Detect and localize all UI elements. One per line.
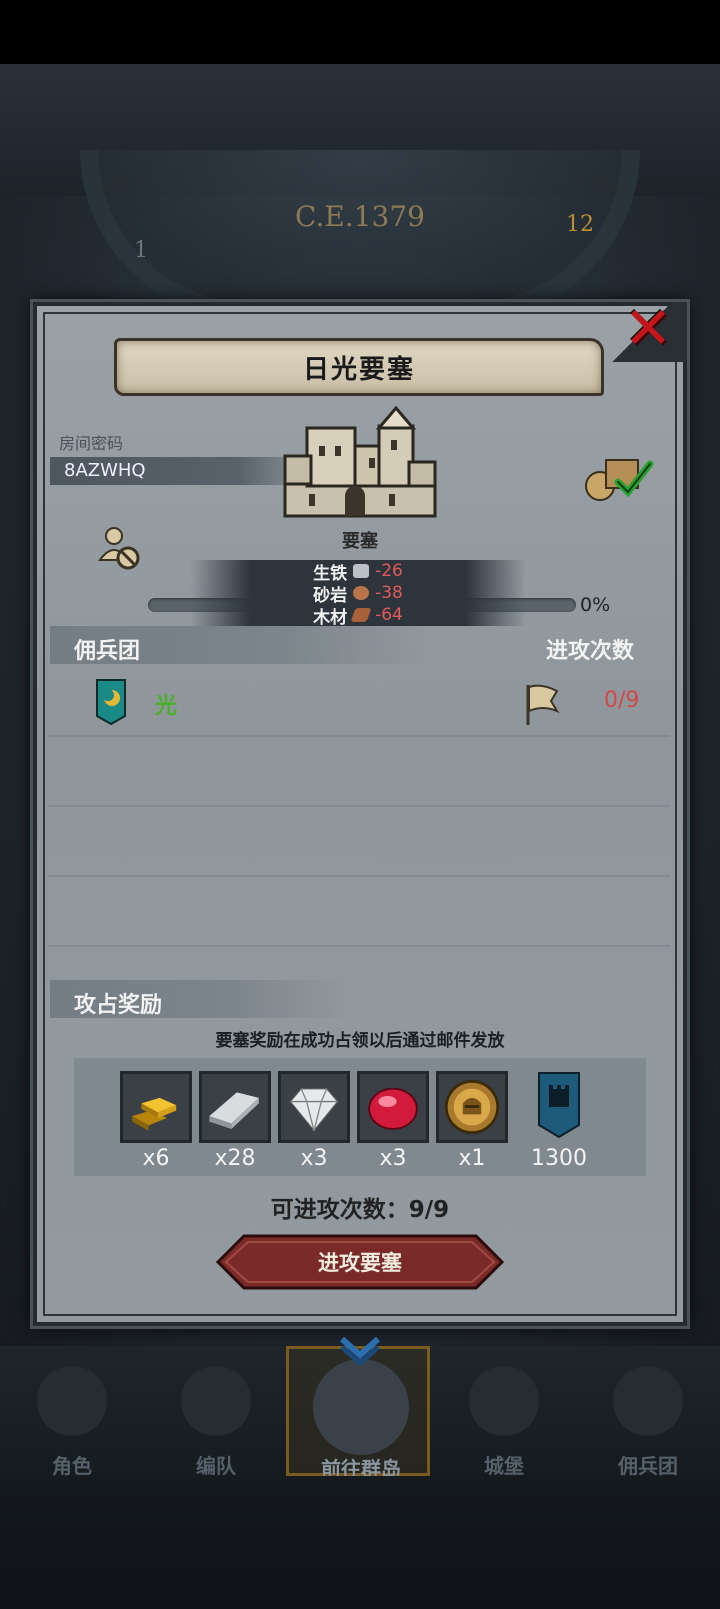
diamond-icon [289,1087,339,1132]
clock-number: 12 [566,212,594,237]
nav-label: 佣兵团 [618,1454,678,1478]
cost-value: -64 [375,605,403,625]
active-marker-icon [340,1336,380,1365]
status-bar [0,0,720,64]
team-attack-count: 0/9 [604,688,640,713]
iron-ingot-icon [209,1092,259,1129]
nav-label: 城堡 [484,1454,524,1478]
clock-year: C.E.1379 [295,200,425,233]
nav-item-formation[interactable]: 编队 [144,1346,288,1478]
sandstone-icon [353,586,370,600]
reward-item-ruby[interactable] [357,1071,429,1143]
nav-label: 编队 [196,1454,236,1478]
bottom-band [0,1476,720,1609]
list-divider [48,735,670,737]
reward-qty: x3 [300,1146,328,1171]
reward-qty: x28 [214,1146,256,1171]
mercenary-icon [613,1366,683,1436]
cost-row-sandstone: 砂岩 -38 [190,582,526,606]
compass-icon [313,1359,409,1455]
attempts-remaining: 可进攻次数：9/9 [270,1197,450,1223]
room-code[interactable]: 8AZWHQ [64,460,146,481]
supplies-check-icon[interactable] [584,450,656,502]
close-button[interactable]: ✕ [622,294,674,362]
iron-icon [353,564,370,578]
team-name: 光 [155,694,178,719]
character-icon [37,1366,107,1436]
reward-qty: x1 [458,1146,486,1171]
castle-icon [469,1366,539,1436]
attack-fortress-button[interactable]: 进攻要塞 [216,1234,504,1290]
cost-name: 木材 [313,607,348,628]
occupy-progress-percent: 0% [580,594,611,616]
resource-cost-tooltip: 生铁 -26 砂岩 -38 木材 -64 [190,560,526,630]
reward-item-diamond[interactable] [278,1071,350,1143]
list-divider [48,875,670,877]
clock-number: 1 [134,238,148,263]
nav-item-mercenary[interactable]: 佣兵团 [576,1346,720,1478]
reward-qty: 1300 [531,1146,587,1171]
fortress-icon [283,406,437,518]
reward-item-medal[interactable] [436,1071,508,1143]
cost-value: -26 [375,561,403,581]
nav-label: 角色 [52,1454,92,1478]
castle-banner-icon[interactable] [537,1071,581,1139]
list-divider [48,945,670,947]
list-divider [48,805,670,807]
cost-row-iron: 生铁 -26 [190,560,526,584]
reward-header: 攻占奖励 [74,993,163,1018]
knight-medal-icon [444,1079,500,1135]
reward-note: 要塞奖励在成功占领以后通过邮件发放 [215,1031,505,1051]
reward-item-iron[interactable] [199,1071,271,1143]
nav-item-character[interactable]: 角色 [0,1346,144,1478]
attack-flag-icon [526,684,560,725]
dialog-title: 日光要塞 [302,354,415,385]
title-banner: 日光要塞 [114,338,604,396]
wood-icon [350,608,372,622]
close-icon: ✕ [623,294,673,362]
nav-item-islands[interactable]: 前往群岛 [286,1346,430,1481]
reward-qty: x6 [142,1146,170,1171]
room-code-label: 房间密码 [59,434,124,453]
cost-row-wood: 木材 -64 [190,604,526,628]
gold-bars-icon [132,1097,177,1131]
attack-fortress-label: 进攻要塞 [318,1251,402,1275]
formation-icon [181,1366,251,1436]
ruby-icon [368,1087,418,1130]
cost-value: -38 [375,583,403,603]
reward-item-gold[interactable] [120,1071,192,1143]
team-emblem-icon [96,679,126,726]
nav-item-castle[interactable]: 城堡 [432,1346,576,1478]
team-row[interactable] [48,652,670,720]
reward-qty: x3 [379,1146,407,1171]
clock-dial [80,150,640,320]
